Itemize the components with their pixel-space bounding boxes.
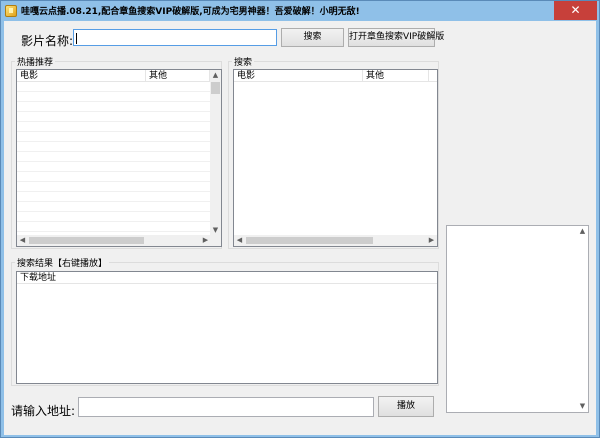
title-bar[interactable]: 哇嘎云点播.08.21,配合章鱼搜索VIP破解版,可成为宅男神器！吾爱破解！小明…: [1, 1, 599, 21]
search-group: 搜索 电影 其他 ◀ ▶: [228, 55, 439, 249]
scroll-right-icon[interactable]: ▶: [426, 235, 437, 246]
text-caret: [76, 33, 77, 44]
list-header: 电影 其他: [234, 70, 437, 82]
search-result-list[interactable]: 电影 其他 ◀ ▶: [233, 69, 438, 247]
app-window: 哇嘎云点播.08.21,配合章鱼搜索VIP破解版,可成为宅男神器！吾爱破解！小明…: [0, 0, 600, 438]
scroll-down-icon[interactable]: ▼: [577, 401, 588, 412]
results-group: 搜索结果【右键播放】 下载地址: [11, 256, 439, 386]
download-address-list[interactable]: 下载地址: [16, 271, 438, 384]
movie-name-label: 影片名称:: [21, 34, 74, 48]
window-title: 哇嘎云点播.08.21,配合章鱼搜索VIP破解版,可成为宅男神器！吾爱破解！小明…: [21, 7, 360, 17]
side-text-panel[interactable]: ▲ ▼: [446, 225, 589, 413]
scroll-left-icon[interactable]: ◀: [234, 235, 245, 246]
column-header-movie[interactable]: 电影: [234, 70, 363, 82]
scroll-thumb[interactable]: [246, 237, 373, 244]
scroll-thumb[interactable]: [29, 237, 144, 244]
scroll-corner: [210, 235, 221, 246]
horizontal-scrollbar[interactable]: ◀ ▶: [234, 235, 437, 246]
list-body: [17, 82, 210, 234]
movie-name-input[interactable]: [73, 29, 277, 46]
list-body: [234, 82, 437, 234]
play-button[interactable]: 播放: [378, 396, 434, 417]
open-octopus-button[interactable]: 打开章鱼搜索VIP破解版: [348, 28, 444, 47]
hot-recommend-group: 热播推荐 电影 其他 ▲ ▼ ◀ ▶: [11, 55, 222, 249]
vertical-scrollbar[interactable]: ▲ ▼: [210, 70, 221, 236]
list-body: [17, 284, 437, 383]
scroll-left-icon[interactable]: ◀: [17, 235, 28, 246]
column-header-other[interactable]: 其他: [363, 70, 429, 82]
app-icon: [5, 5, 17, 17]
vertical-scrollbar[interactable]: ▲ ▼: [577, 226, 588, 412]
search-button[interactable]: 搜索: [281, 28, 344, 47]
scroll-up-icon[interactable]: ▲: [577, 226, 588, 237]
close-button[interactable]: ✕: [554, 1, 597, 20]
column-header-movie[interactable]: 电影: [17, 70, 146, 82]
horizontal-scrollbar[interactable]: ◀ ▶: [17, 235, 211, 246]
address-input[interactable]: [78, 397, 374, 417]
client-area: 影片名称: 搜索 打开章鱼搜索VIP破解版 热播推荐 电影 其他 ▲ ▼ ◀ ▶…: [4, 21, 596, 435]
list-header: 电影 其他: [17, 70, 221, 82]
column-header-other[interactable]: 其他: [146, 70, 210, 82]
search-group-title: 搜索: [232, 55, 255, 68]
scroll-thumb[interactable]: [211, 82, 220, 94]
hot-recommend-title: 热播推荐: [15, 55, 56, 68]
list-header: 下载地址: [17, 272, 437, 284]
hot-recommend-list[interactable]: 电影 其他 ▲ ▼ ◀ ▶: [16, 69, 222, 247]
scroll-up-icon[interactable]: ▲: [210, 70, 221, 81]
results-group-title: 搜索结果【右键播放】: [15, 256, 110, 269]
column-header-download-address[interactable]: 下载地址: [17, 272, 437, 284]
address-label: 请输入地址:: [11, 404, 76, 418]
